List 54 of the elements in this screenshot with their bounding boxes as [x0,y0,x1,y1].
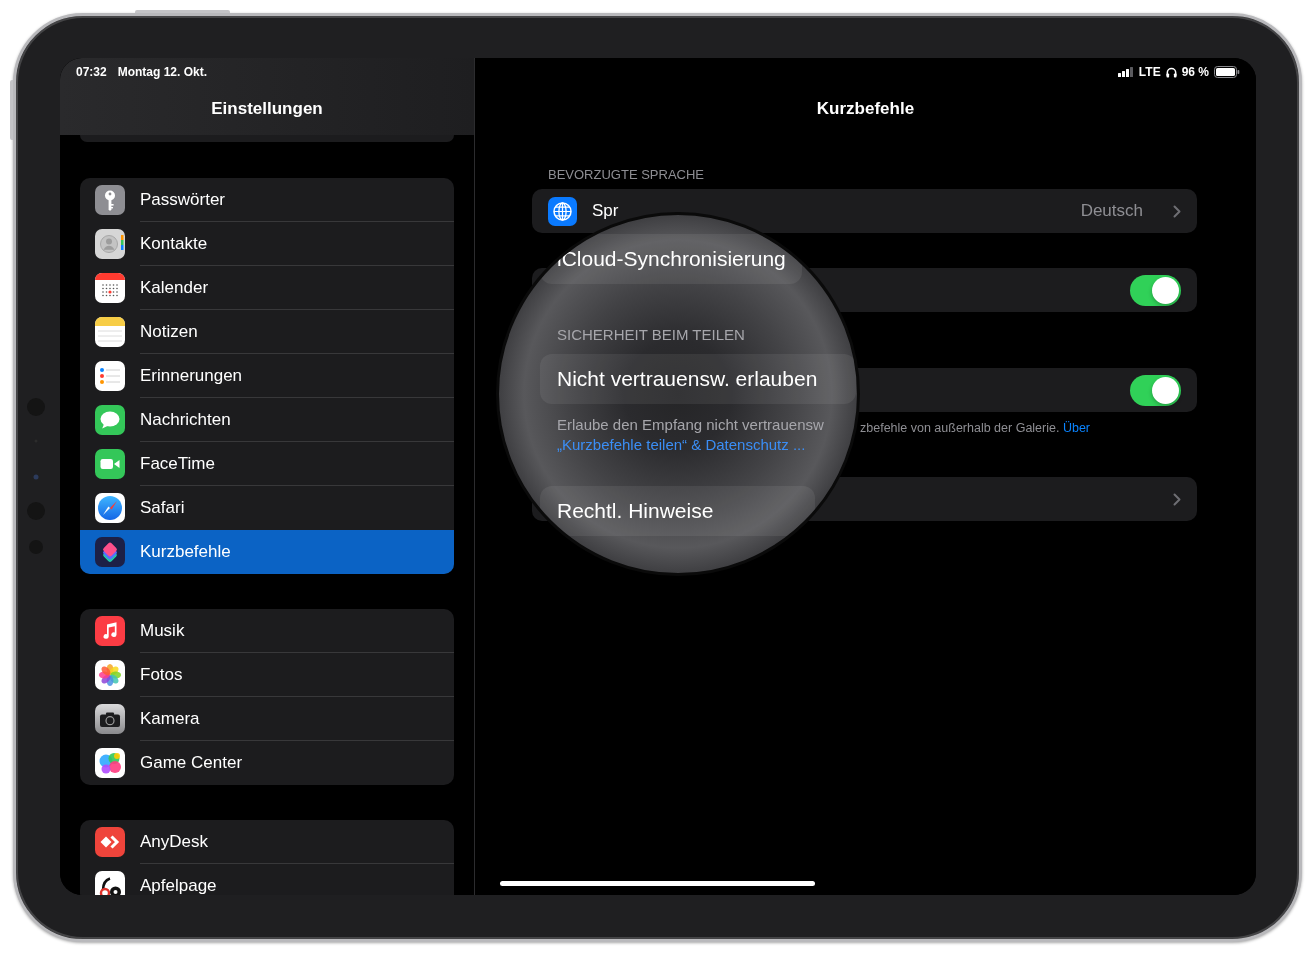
notepad-icon [95,317,125,347]
key-icon [95,185,125,215]
layers-icon [95,537,125,567]
toggle-switch[interactable] [1130,374,1181,406]
bubbles-icon [95,748,125,778]
chevron-icon [1173,492,1181,506]
status-date: Montag 12. Okt. [117,65,208,79]
sidebar-item[interactable]: Apfelpage [80,864,454,895]
magnified-footer-text: Erlaube den Empfang nicht vertrauensw [557,415,824,435]
calendar-icon [95,273,125,303]
row-value: Deutsch [1080,201,1143,221]
music-note-icon [95,616,125,646]
circles-logo-icon [95,871,125,895]
footer-link[interactable]: Über [1062,421,1090,435]
network-label: LTE [1138,65,1161,79]
battery-icon [1214,66,1240,78]
magnified-row: Nicht vertrauensw. erlauben [540,354,856,404]
flower-icon [95,660,125,690]
sidebar-item[interactable]: Musik [80,609,454,653]
headphones-icon [1165,66,1177,78]
sidebar-title: Einstellungen [211,99,323,119]
sidebar-item[interactable]: Kalender [80,266,454,310]
sidebar-item[interactable]: Safari [80,486,454,530]
sidebar-item[interactable]: Nachrichten [80,398,454,442]
section-footer-text: zbefehle von außerhalb der Galerie. Über [860,421,1090,435]
checklist-icon [95,361,125,391]
sidebar-item[interactable]: Kurzbefehle [80,530,454,574]
sidebar-item[interactable]: Kontakte [80,222,454,266]
speech-bubble-icon [95,405,125,435]
toggle-switch[interactable] [1130,274,1181,306]
camera-icon [95,704,125,734]
magnified-row: Rechtl. Hinweise [540,486,815,536]
sidebar-item[interactable]: AnyDesk [80,820,454,864]
sidebar-item[interactable]: FaceTime [80,442,454,486]
globe-icon [548,196,577,226]
magnified-row: iCloud-Synchronisierung [540,234,802,284]
sidebar-item[interactable]: Erinnerungen [80,354,454,398]
video-camera-icon [95,449,125,479]
sidebar-item[interactable]: Notizen [80,310,454,354]
battery-percentage: 96 % [1181,65,1209,79]
page-title: Kurzbefehle [816,99,915,119]
sidebar-item[interactable]: Fotos [80,653,454,697]
person-card-icon [95,229,125,259]
sidebar-item[interactable]: Game Center [80,741,454,785]
chevron-icon [1173,204,1181,218]
section-header: BEVORZUGTE SPRACHE [548,167,705,183]
signal-bars-icon [1117,67,1134,77]
status-time: 07:32 [76,65,107,79]
magnified-footer-link[interactable]: „Kurzbefehle teilen“ & Datenschutz ... [557,435,806,455]
magnified-section-header: SICHERHEIT BEIM TEILEN [557,326,745,344]
sidebar-item[interactable]: Passwörter [80,178,454,222]
sidebar-item[interactable]: Kamera [80,697,454,741]
compass-icon [95,493,125,523]
row-label: Spr [592,201,619,221]
